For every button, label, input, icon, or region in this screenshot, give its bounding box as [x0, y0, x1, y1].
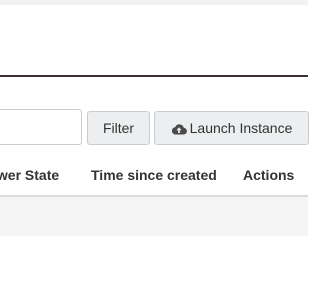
- filter-button-label: Filter: [102, 120, 135, 136]
- table-header: Power State Time since created Actions: [0, 158, 308, 197]
- launch-instance-label: Launch Instance: [189, 120, 293, 136]
- column-header-actions: Actions: [243, 167, 295, 183]
- column-header-power-state[interactable]: Power State: [0, 167, 59, 183]
- table-row: [0, 197, 308, 236]
- filter-input[interactable]: [0, 109, 82, 145]
- launch-instance-button[interactable]: Launch Instance: [154, 111, 309, 145]
- cloud-upload-icon: [171, 122, 187, 135]
- column-header-time-since-created[interactable]: Time since created: [91, 167, 217, 183]
- page-header: [0, 5, 308, 77]
- instances-page: Filter Launch Instance Power State Time …: [0, 0, 325, 281]
- filter-button[interactable]: Filter: [87, 111, 150, 145]
